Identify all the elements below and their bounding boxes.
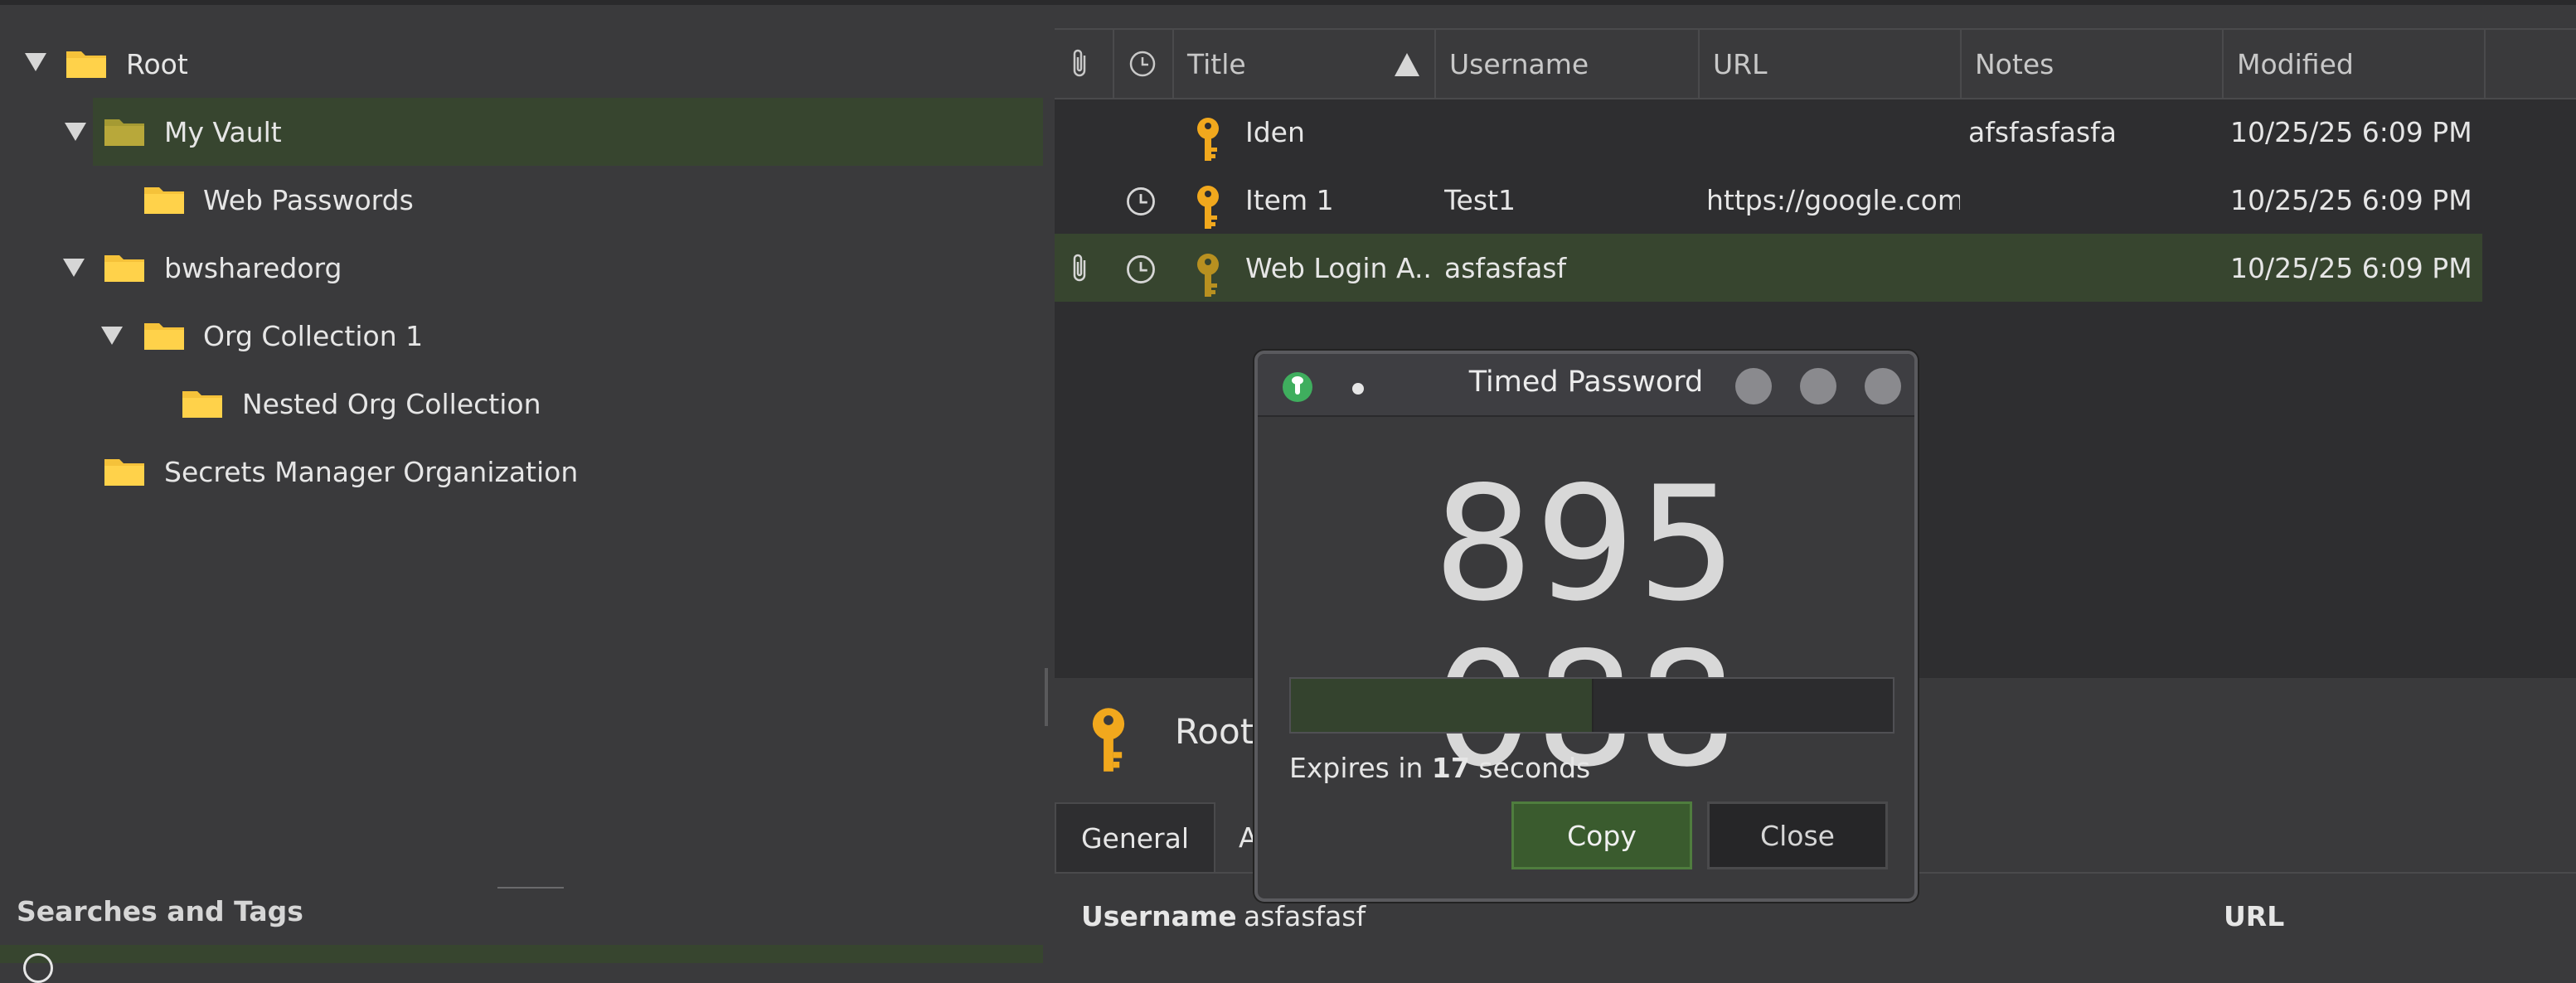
key-icon [1197,118,1219,161]
key-icon [1197,254,1219,297]
vertical-splitter-handle[interactable] [1045,668,1048,726]
column-url-label: URL [1713,47,1768,80]
window-close-button[interactable] [1865,368,1901,404]
paperclip-icon [1073,254,1086,282]
cell-url [1706,98,1960,166]
expand-arrow-icon[interactable] [25,53,46,71]
cell-modified: 10/25/25 6:09 PM [2230,183,2472,216]
column-notes[interactable]: Notes [1962,30,2224,98]
cell-notes: afsfasfasfa [1968,115,2117,148]
folder-icon [104,255,144,282]
top-border [0,0,2576,5]
cell-title: Iden [1245,115,1305,148]
tree-item-label: bwsharedorg [164,251,342,284]
folder-icon [104,459,144,486]
search-icon [23,953,53,983]
searches-and-tags-heading: Searches and Tags [17,895,303,927]
tree-item-label: Nested Org Collection [242,387,541,420]
tree-item-org-collection-1[interactable]: Org Collection 1 [0,302,1043,370]
panel-splitter-handle[interactable] [497,887,564,889]
totp-code: 895 088 [1433,453,1739,793]
table-row[interactable]: Iden afsfasfasfa 10/25/25 6:09 PM [1055,98,2482,166]
expiry-progress-fill [1291,679,1594,732]
folder-icon [182,391,222,418]
close-button[interactable]: Close [1707,801,1888,869]
tree-item-my-vault[interactable]: My Vault [65,98,1043,166]
entry-detail-title: Root [1175,711,1254,752]
expires-text: Expires in 17 seconds [1289,752,1591,784]
folder-icon [66,51,106,78]
timed-password-dialog: Timed Password 895 088 Expires in 17 sec… [1254,351,1918,902]
column-username-label: Username [1449,47,1589,80]
expand-arrow-icon[interactable] [101,327,123,345]
column-expiry[interactable] [1114,30,1174,98]
cell-notes [1968,166,2222,234]
cell-username [1444,98,1698,166]
column-url[interactable]: URL [1700,30,1962,98]
dialog-titlebar[interactable]: Timed Password [1258,354,1914,417]
folder-icon [144,323,184,350]
table-row[interactable]: Item 1 Test1 https://google.com 10/25/25… [1055,166,2482,234]
key-icon [1092,708,1125,772]
column-modified-label: Modified [2237,47,2354,80]
table-row-selected[interactable]: Web Login A... asfasfasf 10/25/25 6:09 P… [1055,234,2482,302]
cell-title: Web Login A... [1245,251,1434,284]
sort-ascending-icon [1395,53,1419,76]
folder-icon [144,187,184,214]
cell-modified: 10/25/25 6:09 PM [2230,115,2472,148]
username-value[interactable]: asfasfasf [1244,900,1366,932]
username-label: Username [1081,900,1237,932]
column-notes-label: Notes [1975,47,2054,80]
maximize-button[interactable] [1800,368,1836,404]
tree-item-web-passwords[interactable]: Web Passwords [0,166,1043,234]
tree-item-nested-org-collection[interactable]: Nested Org Collection [0,370,1043,438]
expiry-progress-bar [1289,677,1894,734]
column-modified[interactable]: Modified [2224,30,2486,98]
key-icon [1197,186,1219,229]
tree-item-label: My Vault [164,115,282,148]
paperclip-icon [1073,49,1086,77]
tree-item-label: Secrets Manager Organization [164,455,579,488]
cell-username: Test1 [1444,183,1516,216]
cell-url: https://google.com [1706,183,1960,216]
column-username[interactable]: Username [1436,30,1700,98]
search-item[interactable] [0,945,1043,983]
tree-item-label: Org Collection 1 [203,319,424,352]
tree-item-label: Web Passwords [203,183,414,216]
column-title-label: Title [1187,47,1246,80]
clock-icon [1127,187,1155,215]
folder-icon [104,119,144,146]
expires-seconds: 17 [1431,752,1470,784]
expand-arrow-icon[interactable] [63,259,85,277]
minimize-button[interactable] [1735,368,1772,404]
tree-item-label: Root [126,47,188,80]
cell-title: Item 1 [1245,183,1334,216]
tree-item-root[interactable]: Root [0,30,1043,98]
tree-item-secrets-manager-organization[interactable]: Secrets Manager Organization [0,438,1043,506]
column-attachment[interactable] [1055,30,1114,98]
column-title[interactable]: Title [1174,30,1436,98]
group-tree: Root My Vault Web Passwords bwsharedorg … [0,30,1043,875]
clock-icon [1127,255,1155,283]
clock-icon [1129,51,1156,77]
tab-general[interactable]: General [1055,802,1215,872]
url-label: URL [2224,900,2285,932]
cell-modified: 10/25/25 6:09 PM [2230,251,2472,284]
table-header: Title Username URL Notes Modified [1055,28,2576,99]
cell-url [1706,234,1960,302]
cell-notes [1968,234,2222,302]
copy-button[interactable]: Copy [1511,801,1692,869]
expand-arrow-icon[interactable] [65,123,86,141]
cell-username: asfasfasf [1444,251,1567,284]
tree-item-bwsharedorg[interactable]: bwsharedorg [0,234,1043,302]
